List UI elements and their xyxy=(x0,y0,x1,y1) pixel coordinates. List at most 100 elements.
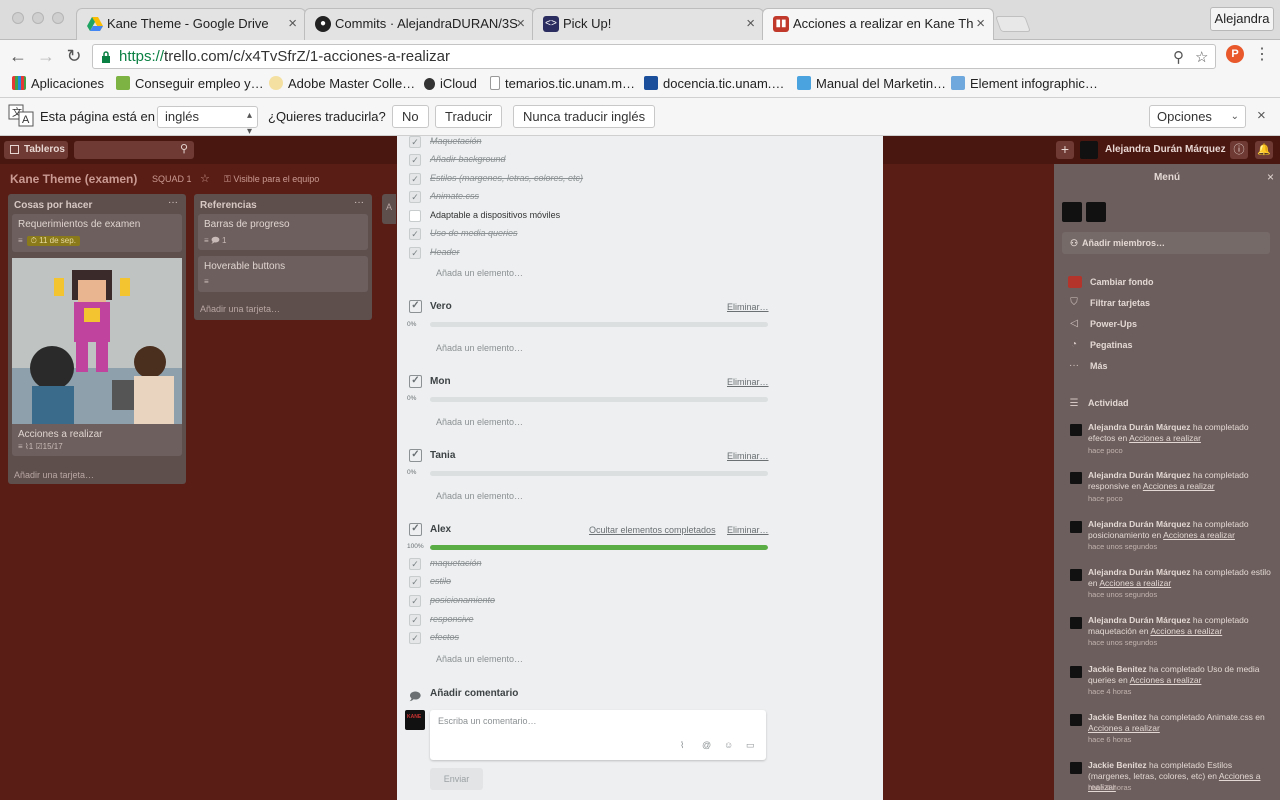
reload-icon[interactable]: ↻ xyxy=(62,44,86,68)
bookmark-adobe[interactable]: Adobe Master Colle… xyxy=(269,75,415,93)
checklist-item[interactable]: ✓ responsive xyxy=(409,612,809,628)
delete-checklist-link[interactable]: Eliminar… xyxy=(727,302,769,312)
menu-filtrar-tarjetas[interactable]: Filtrar tarjetas xyxy=(1090,298,1150,308)
list-title[interactable]: Referencias xyxy=(200,200,257,211)
close-icon[interactable]: × xyxy=(1267,170,1274,184)
menu-power-ups[interactable]: Power-Ups xyxy=(1090,319,1137,329)
checkbox-checked[interactable]: ✓ xyxy=(409,576,421,588)
bookmark-icloud[interactable]: iCloud xyxy=(424,75,477,93)
card-link-icon[interactable]: ▭ xyxy=(746,740,755,751)
checklist-item[interactable]: ✓ efectos xyxy=(409,630,809,646)
checkbox-unchecked[interactable] xyxy=(409,210,421,222)
minimize-window-button[interactable] xyxy=(32,12,44,24)
info-icon[interactable]: ⓘ xyxy=(1230,141,1248,159)
board-title[interactable]: Kane Theme (examen) xyxy=(10,172,137,186)
tab-google-drive[interactable]: Kane Theme - Google Drive × xyxy=(76,8,306,40)
card-link[interactable]: Acciones a realizar xyxy=(1163,530,1235,540)
checkbox-checked[interactable]: ✓ xyxy=(409,632,421,644)
new-tab-button[interactable] xyxy=(995,16,1031,32)
card-barras-de-progreso[interactable]: Barras de progreso ≡ 🗩 1 xyxy=(198,214,368,250)
add-members-button[interactable]: ⚇ Añadir miembros… xyxy=(1062,232,1270,254)
board-search-input[interactable]: ⚲ xyxy=(74,141,194,159)
add-card-link[interactable]: Añadir una tarjeta… xyxy=(200,304,280,314)
more-icon[interactable]: ··· xyxy=(354,197,364,208)
checkbox-checked[interactable]: ✓ xyxy=(409,595,421,607)
avatar[interactable] xyxy=(1080,141,1098,159)
add-item-link[interactable]: Añada un elemento… xyxy=(436,343,523,353)
delete-checklist-link[interactable]: Eliminar… xyxy=(727,377,769,387)
bookmark-manual-marketing[interactable]: Manual del Marketin… xyxy=(797,75,946,93)
checklist-item[interactable]: Adaptable a dispositivos móviles xyxy=(409,208,809,224)
zoom-window-button[interactable] xyxy=(52,12,64,24)
card-link[interactable]: Acciones a realizar xyxy=(1129,433,1201,443)
options-select[interactable]: Opciones ⌄ xyxy=(1149,105,1246,128)
checklist-item[interactable]: ✓ posicionamiento xyxy=(409,593,809,609)
checklist-item[interactable]: ✓ Maquetación xyxy=(409,136,809,150)
menu-mas[interactable]: Más xyxy=(1090,361,1108,371)
close-window-button[interactable] xyxy=(12,12,24,24)
avatar[interactable] xyxy=(1086,202,1106,222)
translate-button[interactable]: Traducir xyxy=(435,105,503,128)
bookmark-conseguir-empleo[interactable]: Conseguir empleo y… xyxy=(116,75,264,93)
browser-menu-icon[interactable]: ⋮ xyxy=(1254,44,1270,64)
checkbox-checked[interactable]: ✓ xyxy=(409,154,421,166)
checkbox-checked[interactable]: ✓ xyxy=(409,173,421,185)
profile-button[interactable]: Alejandra xyxy=(1210,7,1274,31)
language-select[interactable]: inglés ▴ ▾ xyxy=(157,106,258,137)
card-link[interactable]: Acciones a realizar xyxy=(1130,675,1202,685)
emoji-icon[interactable]: ☺ xyxy=(724,740,733,750)
add-item-link[interactable]: Añada un elemento… xyxy=(436,417,523,427)
team-label[interactable]: SQUAD 1 xyxy=(152,174,192,184)
menu-cambiar-fondo[interactable]: Cambiar fondo xyxy=(1090,277,1154,287)
avatar[interactable] xyxy=(1062,202,1082,222)
comment-input[interactable]: Escriba un comentario… ⌇ @ ☺ ▭ xyxy=(430,710,766,760)
never-translate-button[interactable]: Nunca traducir inglés xyxy=(513,105,656,128)
checklist-item[interactable]: ✓ Estilos (margenes, letras, colores, etc… xyxy=(409,171,809,187)
star-icon[interactable]: ☆ xyxy=(200,172,210,185)
checkbox-checked[interactable]: ✓ xyxy=(409,558,421,570)
card-cover-image[interactable] xyxy=(12,258,182,424)
card-link[interactable]: Acciones a realizar xyxy=(1143,481,1215,491)
add-item-link[interactable]: Añada un elemento… xyxy=(436,654,523,664)
checkbox-checked[interactable]: ✓ xyxy=(409,228,421,240)
checkbox-checked[interactable]: ✓ xyxy=(409,247,421,259)
hide-completed-link[interactable]: Ocultar elementos completados xyxy=(589,525,716,535)
checkbox-checked[interactable]: ✓ xyxy=(409,136,421,148)
attachment-icon[interactable]: ⌇ xyxy=(680,740,684,751)
back-arrow-icon[interactable]: ← xyxy=(6,44,30,68)
card-hoverable-buttons[interactable]: Hoverable buttons ≡ xyxy=(198,256,368,292)
more-icon[interactable]: ··· xyxy=(168,197,178,208)
pushbullet-extension-icon[interactable]: P xyxy=(1226,45,1244,63)
add-item-link[interactable]: Añada un elemento… xyxy=(436,268,523,278)
add-item-link[interactable]: Añada un elemento… xyxy=(436,491,523,501)
no-button[interactable]: No xyxy=(392,105,429,128)
send-button[interactable]: Enviar xyxy=(430,768,483,790)
bookmark-aplicaciones[interactable]: Aplicaciones xyxy=(12,75,104,93)
tab-github-commits[interactable]: ● Commits · AlejandraDURAN/3S × xyxy=(304,8,534,40)
mention-icon[interactable]: @ xyxy=(702,740,711,750)
list-title[interactable]: Cosas por hacer xyxy=(14,200,92,211)
checklist-item[interactable]: ✓ Header xyxy=(409,245,809,261)
checklist-item[interactable]: ✓ Animate.css xyxy=(409,189,809,205)
bookmark-docencia[interactable]: docencia.tic.unam.… xyxy=(644,75,784,93)
forward-arrow-icon[interactable]: → xyxy=(34,44,58,68)
avatar[interactable]: KANE xyxy=(405,710,425,730)
zoom-icon[interactable]: ⚲ xyxy=(1173,48,1184,66)
close-tab-icon[interactable]: × xyxy=(746,9,755,39)
bell-icon[interactable]: 🔔 xyxy=(1255,141,1273,159)
boards-button[interactable]: Tableros xyxy=(4,141,68,159)
tab-trello-active[interactable]: ▮▮ Acciones a realizar en Kane Th × xyxy=(762,8,994,41)
checklist-item[interactable]: ✓ Uso de media queries xyxy=(409,226,809,242)
checklist-item[interactable]: ✓ estilo xyxy=(409,574,809,590)
card-link[interactable]: Acciones a realizar xyxy=(1088,723,1160,733)
checklist-item[interactable]: ✓ Añadir background xyxy=(409,152,809,168)
checklist-item[interactable]: ✓ maquetación xyxy=(409,556,809,572)
header-user-name[interactable]: Alejandra Durán Márquez xyxy=(1105,144,1226,155)
close-icon[interactable]: × xyxy=(1257,107,1266,124)
delete-checklist-link[interactable]: Eliminar… xyxy=(727,525,769,535)
card-link[interactable]: Acciones a realizar xyxy=(1150,626,1222,636)
delete-checklist-link[interactable]: Eliminar… xyxy=(727,451,769,461)
bookmark-element-infographic[interactable]: Element infographic… xyxy=(951,75,1098,93)
menu-pegatinas[interactable]: Pegatinas xyxy=(1090,340,1133,350)
background-color-swatch[interactable] xyxy=(1068,276,1082,288)
